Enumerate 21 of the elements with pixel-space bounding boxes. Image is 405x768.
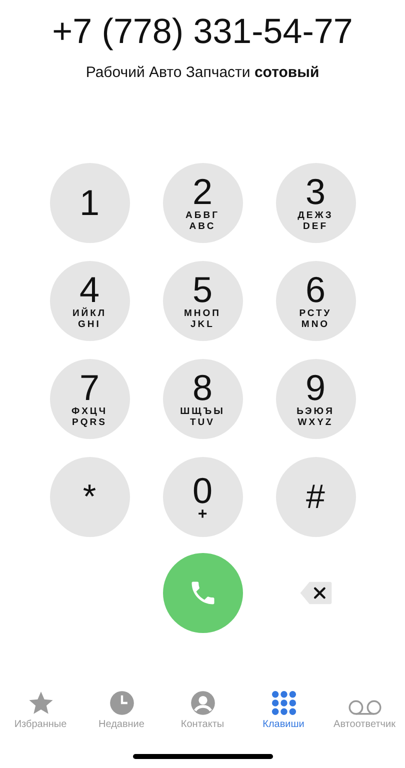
keypad-key[interactable]: 5 МНОП JKL	[162, 261, 242, 341]
keypad-key[interactable]: 7 ФХЦЧ PQRS	[50, 359, 130, 439]
star-icon	[28, 690, 54, 716]
keypad-key[interactable]: 8 ШЩЪЫ TUV	[162, 359, 242, 439]
person-icon	[190, 690, 216, 716]
tab-item[interactable]: Клавиши	[243, 688, 324, 730]
keypad-icon	[270, 690, 296, 716]
phone-number: +7 (778) 331-54-77	[52, 12, 353, 52]
keypad-key[interactable]: 3 ДЕЖЗ DEF	[276, 163, 356, 243]
contact-label: Рабочий Авто Запчасти сотовый	[86, 64, 320, 82]
keypad-key[interactable]: 9 ЬЭЮЯ WXYZ	[276, 359, 356, 439]
backspace-icon[interactable]	[298, 581, 332, 605]
keypad-key[interactable]: 6 РСТУ MNO	[276, 261, 356, 341]
keypad-key[interactable]: 1	[50, 163, 130, 243]
keypad-key[interactable]: 4 ИЙКЛ GHI	[50, 261, 130, 341]
keypad-key[interactable]: 0 +	[162, 457, 242, 537]
clock-icon	[108, 690, 134, 716]
keypad-key[interactable]: #	[276, 457, 356, 537]
keypad-key[interactable]: *	[50, 457, 130, 537]
keypad-key[interactable]: 2 АБВГ ABC	[162, 163, 242, 243]
voicemail-icon	[348, 699, 382, 716]
